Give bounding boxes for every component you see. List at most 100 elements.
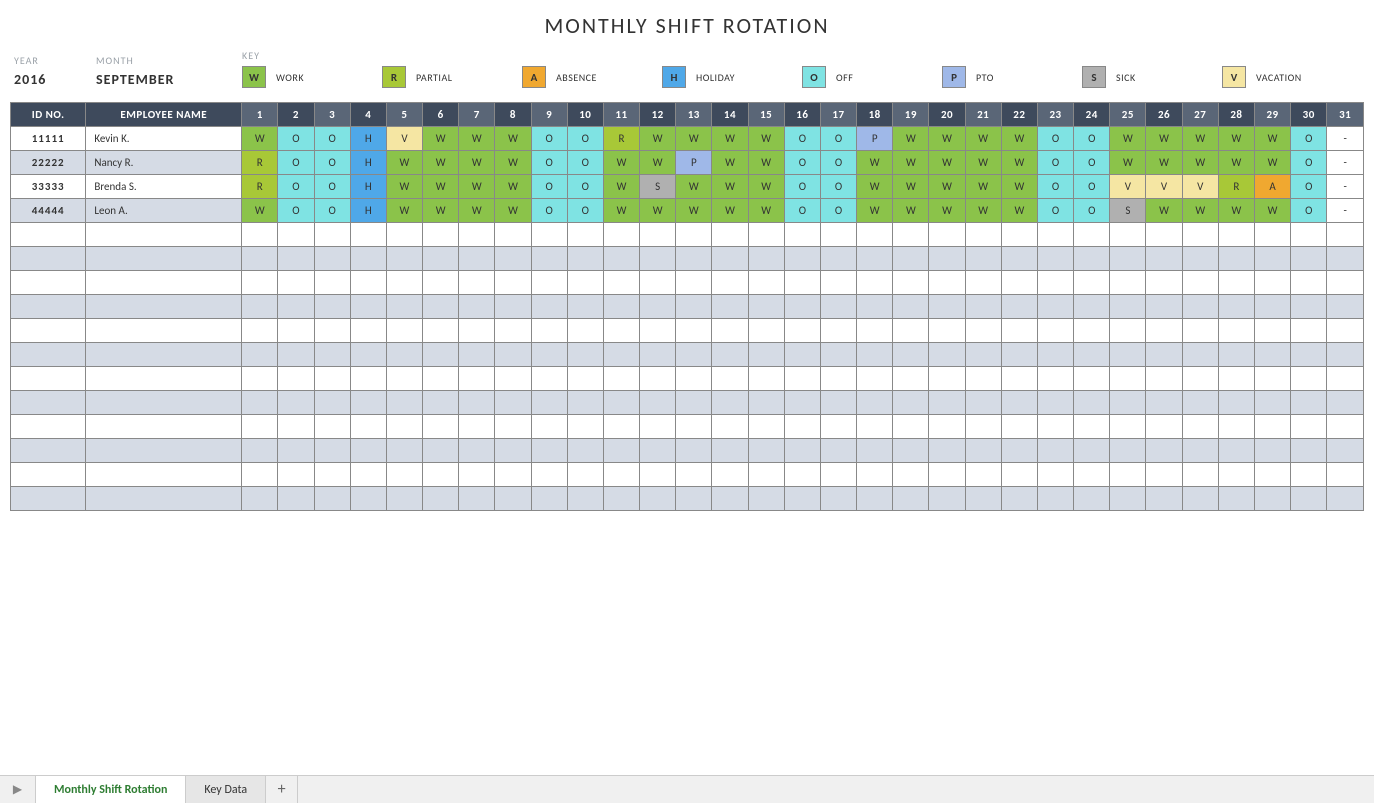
cell-name[interactable]: [86, 223, 242, 247]
cell-shift[interactable]: [242, 415, 278, 439]
cell-shift[interactable]: [567, 415, 603, 439]
cell-shift[interactable]: W: [965, 127, 1001, 151]
cell-shift[interactable]: [1074, 415, 1110, 439]
cell-shift[interactable]: [423, 439, 459, 463]
cell-id[interactable]: [11, 223, 86, 247]
cell-shift[interactable]: [1001, 319, 1037, 343]
cell-shift[interactable]: [603, 415, 639, 439]
cell-shift[interactable]: [748, 223, 784, 247]
cell-shift[interactable]: [386, 343, 422, 367]
cell-shift[interactable]: [531, 391, 567, 415]
cell-shift[interactable]: [748, 271, 784, 295]
cell-shift[interactable]: W: [893, 151, 929, 175]
cell-shift[interactable]: [1074, 223, 1110, 247]
cell-shift[interactable]: W: [676, 127, 712, 151]
cell-shift[interactable]: [784, 343, 820, 367]
cell-shift[interactable]: [676, 319, 712, 343]
cell-shift[interactable]: [748, 391, 784, 415]
cell-shift[interactable]: [567, 439, 603, 463]
cell-shift[interactable]: -: [1327, 175, 1364, 199]
cell-shift[interactable]: [1327, 439, 1364, 463]
cell-shift[interactable]: [1146, 343, 1182, 367]
cell-shift[interactable]: [278, 487, 314, 511]
cell-shift[interactable]: [423, 463, 459, 487]
cell-name[interactable]: [86, 319, 242, 343]
cell-shift[interactable]: [1218, 439, 1254, 463]
cell-shift[interactable]: [1001, 223, 1037, 247]
cell-shift[interactable]: W: [1182, 151, 1218, 175]
cell-shift[interactable]: [1254, 439, 1290, 463]
cell-shift[interactable]: [350, 319, 386, 343]
cell-shift[interactable]: W: [459, 199, 495, 223]
cell-shift[interactable]: [1110, 463, 1146, 487]
cell-shift[interactable]: W: [603, 151, 639, 175]
cell-shift[interactable]: [386, 295, 422, 319]
cell-shift[interactable]: O: [314, 175, 350, 199]
cell-shift[interactable]: [278, 439, 314, 463]
table-row[interactable]: 22222Nancy R.ROOHWWWWOOWWPWWOOWWWWWOOWWW…: [11, 151, 1364, 175]
cell-shift[interactable]: W: [748, 127, 784, 151]
cell-name[interactable]: Leon A.: [86, 199, 242, 223]
cell-shift[interactable]: [676, 487, 712, 511]
cell-shift[interactable]: [965, 415, 1001, 439]
cell-shift[interactable]: W: [676, 199, 712, 223]
cell-shift[interactable]: [1074, 295, 1110, 319]
cell-shift[interactable]: A: [1254, 175, 1290, 199]
cell-shift[interactable]: [1254, 367, 1290, 391]
cell-shift[interactable]: W: [423, 199, 459, 223]
cell-shift[interactable]: [278, 463, 314, 487]
cell-shift[interactable]: [1327, 319, 1364, 343]
cell-shift[interactable]: [893, 391, 929, 415]
cell-shift[interactable]: [929, 487, 965, 511]
cell-shift[interactable]: [1254, 463, 1290, 487]
cell-id[interactable]: [11, 295, 86, 319]
cell-shift[interactable]: [1037, 463, 1073, 487]
tab-key-data[interactable]: Key Data: [186, 776, 266, 803]
cell-shift[interactable]: [1001, 487, 1037, 511]
cell-shift[interactable]: [893, 367, 929, 391]
cell-shift[interactable]: [1001, 415, 1037, 439]
cell-shift[interactable]: [495, 223, 531, 247]
cell-shift[interactable]: [1182, 391, 1218, 415]
cell-shift[interactable]: [929, 367, 965, 391]
cell-shift[interactable]: [567, 271, 603, 295]
cell-shift[interactable]: [1218, 247, 1254, 271]
cell-shift[interactable]: [1254, 415, 1290, 439]
cell-shift[interactable]: [1074, 319, 1110, 343]
cell-shift[interactable]: [712, 415, 748, 439]
cell-shift[interactable]: [712, 367, 748, 391]
cell-shift[interactable]: W: [1218, 199, 1254, 223]
cell-shift[interactable]: [531, 343, 567, 367]
cell-shift[interactable]: [1182, 487, 1218, 511]
cell-shift[interactable]: [1037, 271, 1073, 295]
cell-shift[interactable]: [350, 343, 386, 367]
cell-shift[interactable]: [857, 271, 893, 295]
cell-shift[interactable]: [640, 439, 676, 463]
cell-shift[interactable]: V: [386, 127, 422, 151]
cell-shift[interactable]: [314, 295, 350, 319]
cell-shift[interactable]: [857, 463, 893, 487]
cell-shift[interactable]: W: [386, 175, 422, 199]
cell-shift[interactable]: [423, 487, 459, 511]
cell-shift[interactable]: W: [1254, 151, 1290, 175]
cell-shift[interactable]: [820, 343, 856, 367]
cell-shift[interactable]: [1182, 271, 1218, 295]
cell-shift[interactable]: [531, 319, 567, 343]
cell-shift[interactable]: [459, 223, 495, 247]
cell-shift[interactable]: [1001, 391, 1037, 415]
cell-shift[interactable]: [495, 319, 531, 343]
cell-shift[interactable]: [965, 463, 1001, 487]
cell-shift[interactable]: W: [459, 151, 495, 175]
cell-shift[interactable]: [1001, 271, 1037, 295]
cell-shift[interactable]: O: [1291, 199, 1327, 223]
cell-name[interactable]: [86, 391, 242, 415]
cell-id[interactable]: [11, 343, 86, 367]
cell-shift[interactable]: [640, 343, 676, 367]
cell-shift[interactable]: W: [712, 151, 748, 175]
cell-shift[interactable]: [531, 223, 567, 247]
table-row[interactable]: [11, 247, 1364, 271]
cell-shift[interactable]: [857, 439, 893, 463]
cell-shift[interactable]: W: [748, 199, 784, 223]
cell-shift[interactable]: [1254, 487, 1290, 511]
cell-shift[interactable]: [712, 391, 748, 415]
